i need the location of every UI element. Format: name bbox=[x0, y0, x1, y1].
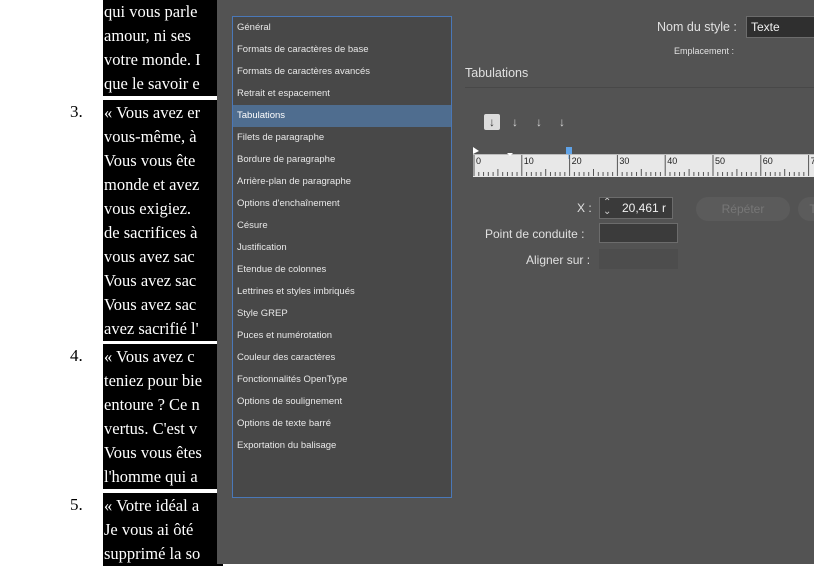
document-text-line: monde et avez bbox=[104, 175, 200, 194]
document-text-line: vertus. C'est v bbox=[104, 419, 198, 438]
document-paragraph: « Votre idéal a Je vous ai ôté supprimé la… bbox=[103, 493, 223, 566]
category-item[interactable]: Options de soulignement bbox=[233, 391, 451, 413]
category-item[interactable]: Lettrines et styles imbriqués bbox=[233, 281, 451, 303]
category-item[interactable]: Fonctionnalités OpenType bbox=[233, 369, 451, 391]
category-item[interactable]: Style GREP bbox=[233, 303, 451, 325]
ruler-label: 30 bbox=[619, 156, 630, 166]
delete-button[interactable]: T bbox=[798, 197, 814, 221]
x-position-field[interactable]: ⌃ ⌄ 20,461 r bbox=[599, 197, 673, 219]
category-item[interactable]: Justification bbox=[233, 237, 451, 259]
ruler-label: 70 bbox=[810, 156, 814, 166]
list-number: 5. bbox=[70, 495, 83, 514]
section-title: Tabulations bbox=[465, 66, 529, 80]
document-text-line: vous exigiez. bbox=[104, 199, 192, 218]
document-text-line: teniez pour bie bbox=[104, 371, 203, 390]
document-text-line: Vous avez sac bbox=[104, 271, 197, 290]
document-text-line: supprimé la so bbox=[104, 544, 201, 563]
ruler-label: 20 bbox=[571, 156, 582, 166]
left-tab-icon[interactable]: ↓ bbox=[484, 114, 500, 130]
section-divider bbox=[465, 87, 814, 88]
x-position-label: X : bbox=[577, 201, 592, 215]
leader-label: Point de conduite : bbox=[485, 227, 585, 241]
repeat-button[interactable]: Répéter bbox=[696, 197, 790, 221]
ruler-label: 40 bbox=[667, 156, 678, 166]
align-on-field[interactable] bbox=[599, 249, 678, 269]
document-text-line: Vous avez sac bbox=[104, 295, 197, 314]
document-text-line: Vous vous êtes bbox=[104, 443, 202, 462]
center-tab-icon[interactable]: ↓ bbox=[507, 114, 523, 130]
document-text-line: votre monde. I bbox=[104, 50, 201, 69]
category-item[interactable]: Formats de caractères de base bbox=[233, 39, 451, 61]
decimal-tab-icon[interactable]: ↓ bbox=[554, 114, 570, 130]
category-item[interactable]: Exportation du balisage bbox=[233, 435, 451, 457]
x-position-value[interactable]: 20,461 r bbox=[622, 201, 666, 215]
document-text-line: entoure ? Ce n bbox=[104, 395, 200, 414]
document-text-line: Je vous ai ôté bbox=[104, 520, 194, 539]
tab-ruler[interactable]: 0 10 20 30 40 50 60 70 bbox=[473, 147, 814, 177]
category-item[interactable]: Retrait et espacement bbox=[233, 83, 451, 105]
list-number: 3. bbox=[70, 102, 83, 121]
document-paragraph: « Vous avez er vous-même, à Vous vous ête m… bbox=[103, 100, 223, 341]
category-item[interactable]: Options d'enchaînement bbox=[233, 193, 451, 215]
ruler-label: 60 bbox=[762, 156, 773, 166]
style-name-label: Nom du style : bbox=[657, 20, 737, 34]
category-item[interactable]: Filets de paragraphe bbox=[233, 127, 451, 149]
document-text-line: qui vous parle bbox=[104, 2, 198, 21]
style-name-field[interactable]: Texte bbox=[746, 16, 814, 38]
paragraph-style-options-dialog: Général Formats de caractères de base Form… bbox=[217, 0, 814, 564]
list-number: 4. bbox=[70, 346, 83, 365]
document-text-line: vous avez sac bbox=[104, 247, 195, 266]
stepper-down-icon[interactable]: ⌄ bbox=[603, 207, 611, 217]
document-text-line: amour, ni ses bbox=[104, 26, 191, 45]
ruler-label: 50 bbox=[715, 156, 726, 166]
document-text-line: vous-même, à bbox=[104, 127, 197, 146]
location-label: Emplacement : bbox=[674, 46, 735, 56]
category-item[interactable]: Arrière-plan de paragraphe bbox=[233, 171, 451, 193]
document-text-line: « Vous avez er bbox=[104, 103, 201, 122]
document-text-line: « Vous avez c bbox=[104, 347, 195, 366]
document-text-line: de sacrifices à bbox=[104, 223, 198, 242]
category-item[interactable]: Puces et numérotation bbox=[233, 325, 451, 347]
ruler-label: 0 bbox=[476, 156, 482, 166]
document-paragraph: qui vous parle amour, ni ses votre monde. … bbox=[103, 0, 223, 96]
document-text-line: Vous vous ête bbox=[104, 151, 196, 170]
document-text-line: avez sacrifié l' bbox=[104, 319, 199, 338]
category-item[interactable]: Bordure de paragraphe bbox=[233, 149, 451, 171]
right-tab-icon[interactable]: ↓ bbox=[531, 114, 547, 130]
ruler-label: 10 bbox=[523, 156, 534, 166]
category-list: Général Formats de caractères de base Form… bbox=[232, 16, 452, 498]
category-item[interactable]: Tabulations bbox=[233, 105, 451, 127]
category-item[interactable]: Césure bbox=[233, 215, 451, 237]
category-item[interactable]: Couleur des caractères bbox=[233, 347, 451, 369]
document-paragraph: « Vous avez c teniez pour bie entoure ? Ce… bbox=[103, 344, 223, 489]
category-item[interactable]: Etendue de colonnes bbox=[233, 259, 451, 281]
document-text-line: que le savoir e bbox=[104, 74, 200, 93]
align-on-label: Aligner sur : bbox=[526, 253, 591, 267]
document-text-line: « Votre idéal a bbox=[104, 496, 200, 515]
category-item[interactable]: Formats de caractères avancés bbox=[233, 61, 451, 83]
leader-field[interactable] bbox=[599, 223, 678, 243]
document-text-line: l'homme qui a bbox=[104, 467, 198, 486]
category-item[interactable]: Général bbox=[233, 17, 451, 39]
category-item[interactable]: Options de texte barré bbox=[233, 413, 451, 435]
